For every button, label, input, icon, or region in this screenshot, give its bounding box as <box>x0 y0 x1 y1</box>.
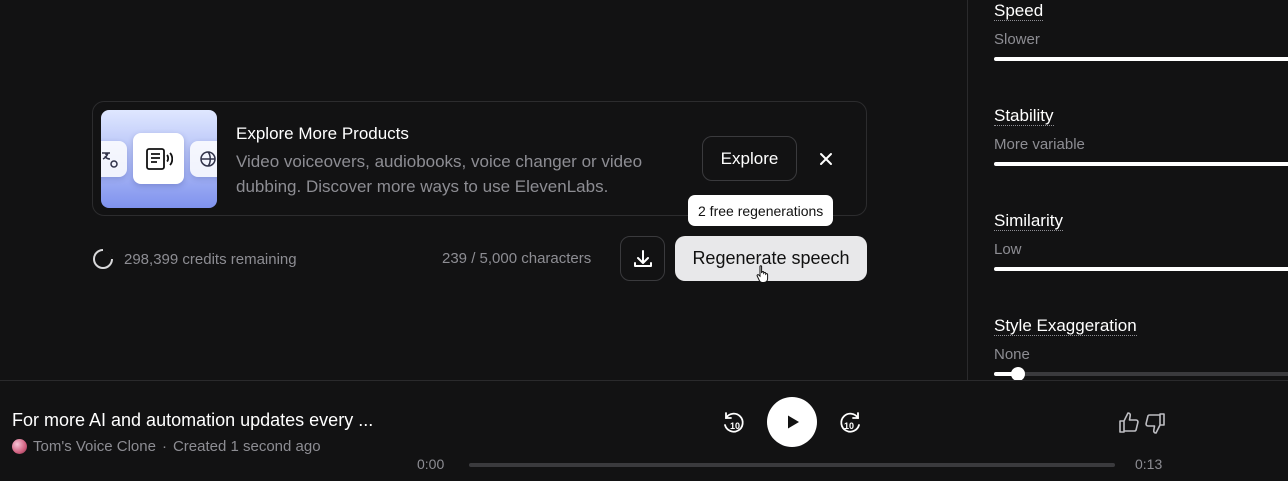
thumbs-up-icon[interactable] <box>1117 411 1141 435</box>
hand-cursor-icon <box>756 265 769 283</box>
products-illustration <box>101 110 217 208</box>
play-button[interactable] <box>767 397 817 447</box>
regenerations-tooltip: 2 free regenerations <box>688 195 834 226</box>
download-button[interactable] <box>620 236 665 281</box>
speed-slider[interactable] <box>994 57 1288 61</box>
globe-icon <box>190 141 217 177</box>
rewind-10-icon[interactable]: 10 <box>721 409 747 435</box>
current-time: 0:00 <box>417 456 445 472</box>
translate-icon <box>101 141 127 177</box>
stability-title: Stability <box>994 106 1054 126</box>
voice-name[interactable]: Tom's Voice Clone <box>33 438 156 455</box>
character-count: 239 / 5,000 characters <box>442 250 592 267</box>
promo-title: Explore More Products <box>236 124 409 143</box>
track-meta: Tom's Voice Clone · Created 1 second ago <box>12 438 321 455</box>
text-to-speech-icon <box>133 133 184 184</box>
stability-label: More variable <box>994 136 1085 153</box>
style-exaggeration-slider[interactable] <box>994 367 1288 381</box>
explore-button[interactable]: Explore <box>702 136 797 181</box>
similarity-label: Low <box>994 241 1022 258</box>
stability-slider[interactable] <box>994 162 1288 166</box>
speed-label: Slower <box>994 31 1040 48</box>
promo-description: Video voiceovers, audiobooks, voice chan… <box>236 152 643 196</box>
created-time: Created 1 second ago <box>172 438 321 455</box>
play-icon <box>788 415 799 429</box>
meta-separator: · <box>161 438 167 455</box>
track-title: For more AI and automation updates every… <box>12 410 374 430</box>
regenerate-speech-button[interactable]: Regenerate speech <box>675 236 867 281</box>
voice-settings-panel: Speed Slower Stability More variable Sim… <box>967 0 1288 381</box>
credits-indicator: 298,399 credits remaining <box>92 248 297 270</box>
loading-ring-icon <box>93 248 114 269</box>
thumbs-down-icon[interactable] <box>1143 411 1167 435</box>
total-time: 0:13 <box>1135 456 1163 472</box>
playback-progress-bar[interactable] <box>469 463 1115 467</box>
similarity-title: Similarity <box>994 211 1063 231</box>
credits-remaining: 298,399 credits remaining <box>124 250 297 268</box>
style-exaggeration-title: Style Exaggeration <box>994 316 1137 336</box>
rewind-seconds-label: 10 <box>730 421 740 431</box>
style-exaggeration-label: None <box>994 346 1030 363</box>
speed-title: Speed <box>994 1 1044 21</box>
style-exaggeration-thumb[interactable] <box>1011 367 1025 381</box>
download-icon <box>633 249 652 267</box>
forward-seconds-label: 10 <box>844 421 854 431</box>
similarity-slider[interactable] <box>994 267 1288 271</box>
main-area: Explore More Products Video voiceovers, … <box>0 0 968 380</box>
audio-player: For more AI and automation updates every… <box>0 380 1288 481</box>
forward-10-icon[interactable]: 10 <box>837 409 863 435</box>
close-icon[interactable] <box>815 148 837 170</box>
voice-avatar <box>12 439 27 454</box>
